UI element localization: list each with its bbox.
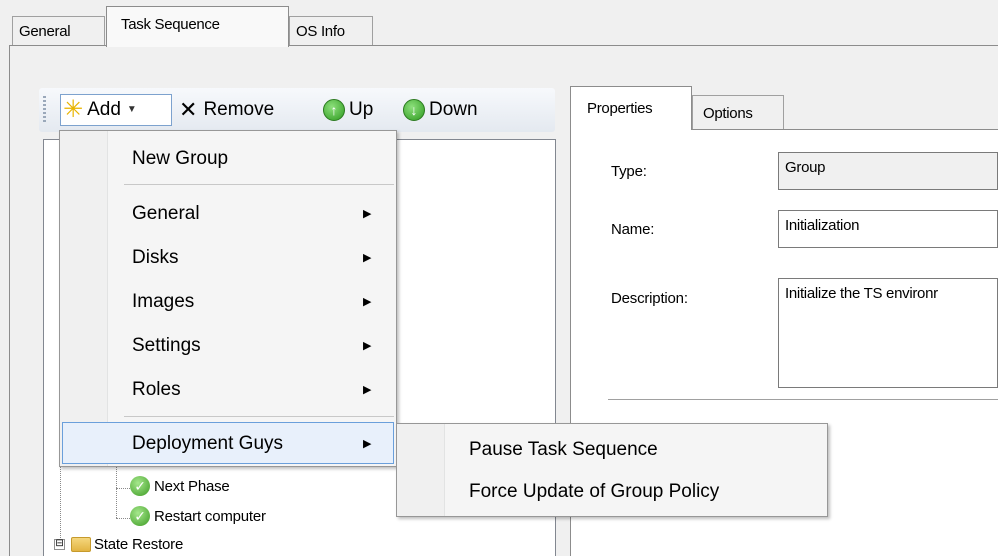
- name-label: Name:: [611, 221, 655, 238]
- description-field[interactable]: Initialize the TS environr: [778, 278, 998, 388]
- tab-task-sequence[interactable]: Task Sequence: [106, 6, 289, 47]
- down-arrow-icon: ↓: [403, 99, 425, 121]
- tree-connector: [116, 488, 117, 518]
- add-button[interactable]: ✳ Add ▼: [60, 94, 172, 126]
- collapse-icon[interactable]: ⊟: [54, 539, 65, 550]
- toolbar-grip[interactable]: [43, 96, 46, 124]
- check-icon: ✓: [130, 506, 150, 526]
- outer-tabstrip: General Task Sequence OS Info: [0, 0, 998, 47]
- dropdown-arrow-icon: ▼: [126, 104, 137, 115]
- check-icon: ✓: [130, 476, 150, 496]
- remove-button[interactable]: ✕ Remove: [179, 94, 274, 126]
- type-label: Type:: [611, 163, 647, 180]
- menu-item-disks[interactable]: Disks ▶: [62, 236, 394, 280]
- submenu-arrow-icon: ▶: [363, 252, 372, 264]
- menu-item-pause-task-sequence[interactable]: Pause Task Sequence: [399, 428, 825, 472]
- menu-item-new-group[interactable]: New Group: [62, 137, 394, 181]
- down-button-label: Down: [429, 99, 478, 120]
- menu-item-force-update-group-policy[interactable]: Force Update of Group Policy: [399, 470, 825, 514]
- menu-item-label: Roles: [132, 379, 181, 400]
- tab-options[interactable]: Options: [692, 95, 784, 130]
- submenu-arrow-icon: ▶: [363, 208, 372, 220]
- tree-item-label: Next Phase: [154, 477, 230, 495]
- tab-properties[interactable]: Properties: [570, 86, 692, 130]
- menu-item-label: Settings: [132, 335, 201, 356]
- tree-item-label: Restart computer: [154, 507, 266, 525]
- submenu-arrow-icon: ▶: [363, 438, 372, 450]
- menu-item-label: Disks: [132, 247, 179, 268]
- menu-item-images[interactable]: Images ▶: [62, 280, 394, 324]
- submenu-arrow-icon: ▶: [363, 340, 372, 352]
- menu-separator: [124, 416, 394, 417]
- down-button[interactable]: ↓ Down: [403, 94, 478, 126]
- up-arrow-icon: ↑: [323, 99, 345, 121]
- tab-os-info[interactable]: OS Info: [289, 16, 373, 46]
- add-button-label: Add: [87, 99, 121, 120]
- menu-separator: [124, 184, 394, 185]
- properties-divider: [608, 399, 998, 400]
- menu-item-deployment-guys[interactable]: Deployment Guys ▶: [62, 422, 394, 464]
- submenu-arrow-icon: ▶: [363, 384, 372, 396]
- type-field: Group: [778, 152, 998, 190]
- new-star-icon: ✳: [63, 96, 84, 123]
- up-button-label: Up: [349, 99, 374, 120]
- folder-icon: [71, 537, 91, 552]
- deployment-guys-submenu: Pause Task Sequence Force Update of Grou…: [396, 423, 828, 517]
- menu-item-settings[interactable]: Settings ▶: [62, 324, 394, 368]
- tree-item-next-phase[interactable]: ✓ Next Phase: [130, 476, 230, 496]
- add-dropdown-menu: New Group General ▶ Disks ▶ Images ▶ Set…: [59, 130, 397, 467]
- tree-item-restart-computer[interactable]: ✓ Restart computer: [130, 506, 266, 526]
- tree-item-label: State Restore: [94, 536, 184, 553]
- menu-item-label: Images: [132, 291, 195, 312]
- menu-item-label: Deployment Guys: [132, 433, 284, 454]
- remove-x-icon: ✕: [179, 97, 198, 122]
- name-field[interactable]: Initialization: [778, 210, 998, 248]
- menu-item-label: General: [132, 203, 200, 224]
- task-sequence-toolbar: ✳ Add ▼ ✕ Remove ↑ Up ↓ Down: [39, 88, 555, 132]
- description-label: Description:: [611, 290, 688, 307]
- up-button[interactable]: ↑ Up: [323, 94, 373, 126]
- submenu-arrow-icon: ▶: [363, 296, 372, 308]
- menu-item-general[interactable]: General ▶: [62, 192, 394, 236]
- tab-general[interactable]: General: [12, 16, 105, 46]
- menu-item-roles[interactable]: Roles ▶: [62, 368, 394, 412]
- remove-button-label: Remove: [203, 99, 275, 120]
- properties-tabstrip: Properties Options: [570, 86, 998, 130]
- tree-item-state-restore[interactable]: ⊟ State Restore: [54, 536, 183, 553]
